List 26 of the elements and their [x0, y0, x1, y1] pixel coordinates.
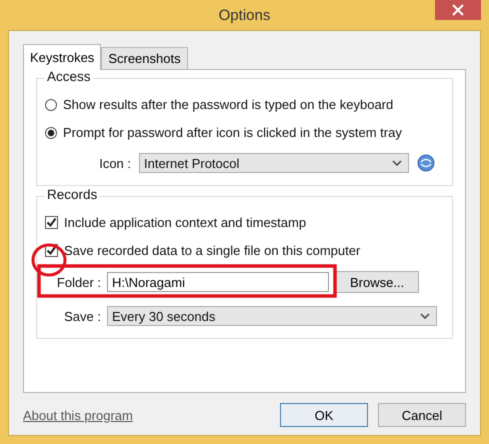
- checkbox-label: Save recorded data to a single file on this computer: [64, 243, 360, 258]
- folder-field[interactable]: H:\Noragami: [107, 272, 329, 292]
- tab[interactable]: Screenshots: [101, 47, 188, 69]
- icon-dropdown[interactable]: Internet Protocol: [139, 153, 409, 173]
- browse-button[interactable]: Browse...: [335, 271, 420, 293]
- chevron-down-icon: [420, 313, 430, 319]
- dialog-button[interactable]: Cancel: [378, 403, 466, 427]
- window-title: Options: [218, 6, 270, 24]
- save-dropdown[interactable]: Every 30 seconds: [107, 306, 437, 326]
- radio-button[interactable]: [45, 98, 57, 110]
- folder-label: Folder :: [56, 274, 101, 290]
- tab[interactable]: Keystrokes: [23, 44, 102, 70]
- about-link[interactable]: About this program: [23, 408, 133, 422]
- close-icon[interactable]: [435, 0, 481, 20]
- radio-button[interactable]: [45, 126, 57, 138]
- icon-label: Icon :: [98, 156, 131, 170]
- group-title: Records: [45, 187, 100, 202]
- checkbox[interactable]: [45, 216, 58, 229]
- group-title: Access: [45, 69, 93, 84]
- dialog-button[interactable]: OK: [280, 403, 368, 427]
- radio-label: Show results after the password is typed on the keyboard: [63, 97, 394, 112]
- radio-label: Prompt for password after icon is clicked in the system tray: [63, 125, 402, 140]
- globe-icon: [417, 154, 435, 172]
- checkbox-label: Include application context and timestamp: [64, 215, 306, 230]
- chevron-down-icon: [392, 160, 402, 166]
- save-label: Save :: [63, 308, 101, 324]
